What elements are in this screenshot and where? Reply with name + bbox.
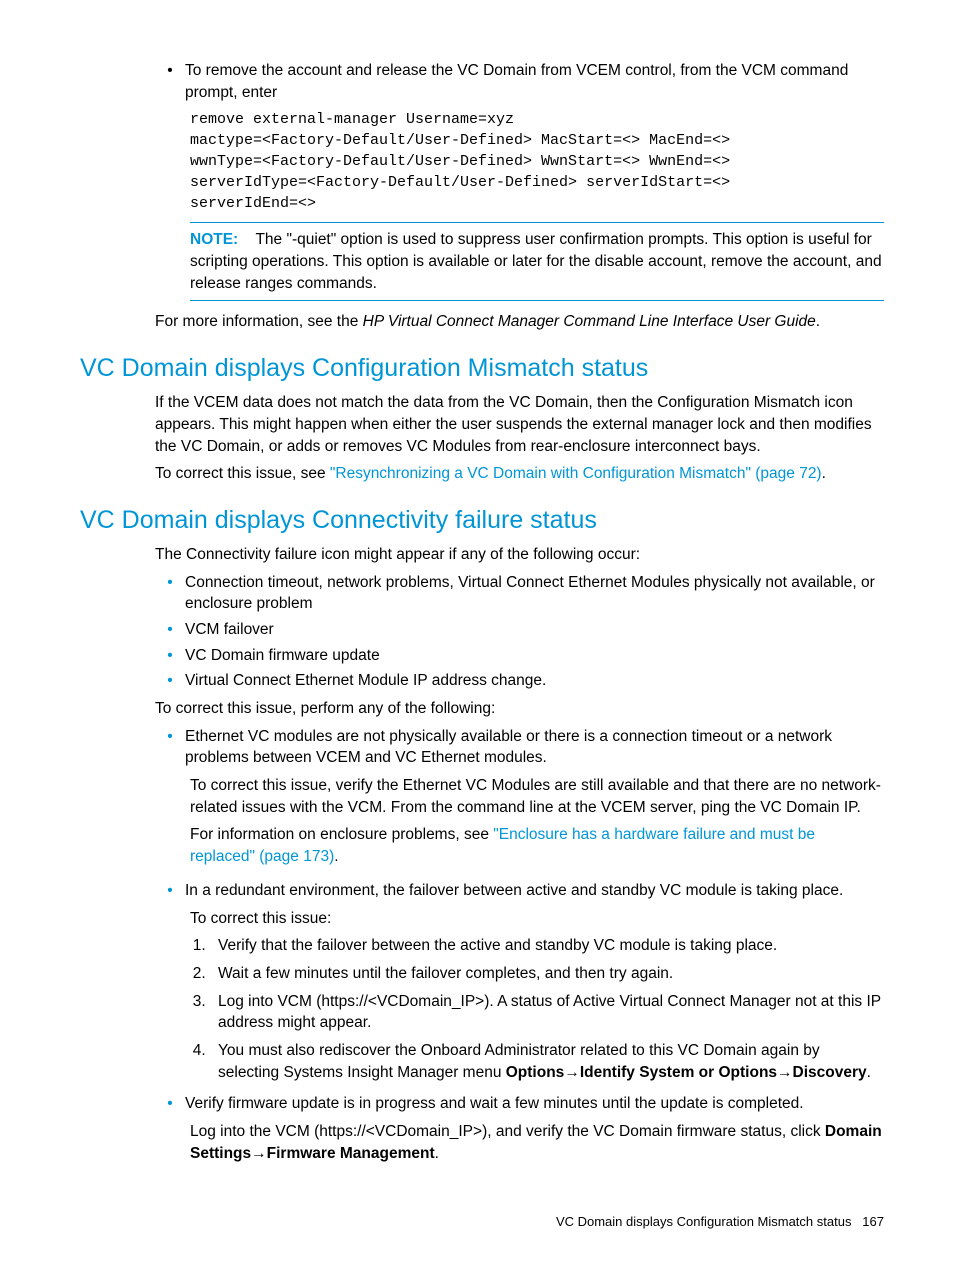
bullet-icon: • [155, 670, 185, 692]
list-item: • Connection timeout, network problems, … [155, 572, 884, 615]
list-item: • Verify firmware update is in progress … [155, 1093, 884, 1115]
ordered-list: Verify that the failover between the act… [210, 935, 884, 1083]
section-heading: VC Domain displays Connectivity failure … [80, 503, 884, 538]
body-text: The Connectivity failure icon might appe… [155, 544, 884, 566]
text-span: . [822, 465, 826, 482]
text-span: For more information, see the [155, 313, 363, 330]
arrow-icon: → [564, 1064, 580, 1081]
text-span: . [816, 313, 820, 330]
list-item: You must also rediscover the Onboard Adm… [210, 1040, 884, 1083]
list-item: • VC Domain firmware update [155, 645, 884, 667]
document-page: • To remove the account and release the … [0, 0, 954, 1271]
body-text: Virtual Connect Ethernet Module IP addre… [185, 670, 884, 692]
note-label: NOTE: [190, 231, 238, 248]
bullet-icon: • [155, 619, 185, 641]
arrow-icon: → [777, 1064, 793, 1081]
text-bold: Firmware Management [267, 1145, 435, 1162]
bullet-icon: • [155, 572, 185, 615]
list-item: • VCM failover [155, 619, 884, 641]
code-block: remove external-manager Username=xyz mac… [190, 109, 884, 214]
list-item: • Virtual Connect Ethernet Module IP add… [155, 670, 884, 692]
body-text: VCM failover [185, 619, 884, 641]
bullet-icon: • [155, 60, 185, 103]
body-text: To correct this issue, perform any of th… [155, 698, 884, 720]
bullet-icon: • [155, 645, 185, 667]
list-item: Wait a few minutes until the failover co… [210, 963, 884, 985]
list-item: • To remove the account and release the … [155, 60, 884, 103]
body-text: Ethernet VC modules are not physically a… [185, 726, 884, 769]
page-footer: VC Domain displays Configuration Mismatc… [556, 1213, 884, 1231]
text-span: . [334, 848, 338, 865]
body-text: If the VCEM data does not match the data… [155, 392, 884, 457]
body-text: In a redundant environment, the failover… [185, 880, 884, 902]
list-item: • In a redundant environment, the failov… [155, 880, 884, 902]
note-body: The "-quiet" option is used to suppress … [190, 231, 882, 291]
bullet-icon: • [155, 1093, 185, 1115]
bullet-icon: • [155, 726, 185, 769]
body-text: For information on enclosure problems, s… [190, 824, 884, 867]
arrow-icon: → [251, 1145, 267, 1162]
footer-title: VC Domain displays Configuration Mismatc… [556, 1214, 852, 1229]
text-span: . [867, 1064, 871, 1081]
text-span: To correct this issue, see [155, 465, 330, 482]
text-bold: Discovery [793, 1064, 867, 1081]
cross-reference-link[interactable]: "Resynchronizing a VC Domain with Config… [330, 465, 822, 482]
body-text: VC Domain firmware update [185, 645, 884, 667]
body-text: Connection timeout, network problems, Vi… [185, 572, 884, 615]
list-item: Verify that the failover between the act… [210, 935, 884, 957]
text-span: . [435, 1145, 439, 1162]
body-text: To correct this issue, verify the Ethern… [190, 775, 884, 818]
text-bold: Options [506, 1064, 565, 1081]
bullet-icon: • [155, 880, 185, 902]
body-text: For more information, see the HP Virtual… [155, 311, 884, 333]
body-text: To correct this issue, see "Resynchroniz… [155, 463, 884, 485]
list-item: • Ethernet VC modules are not physically… [155, 726, 884, 769]
list-item: Log into VCM (https://<VCDomain_IP>). A … [210, 991, 884, 1034]
note-text [243, 231, 256, 248]
body-text: Verify firmware update is in progress an… [185, 1093, 884, 1115]
section-heading: VC Domain displays Configuration Mismatc… [80, 351, 884, 386]
body-text: To remove the account and release the VC… [185, 60, 884, 103]
note-box: NOTE: The "-quiet" option is used to sup… [190, 222, 884, 301]
body-text: To correct this issue: [190, 908, 884, 930]
citation-title: HP Virtual Connect Manager Command Line … [363, 313, 816, 330]
text-span: For information on enclosure problems, s… [190, 826, 493, 843]
text-bold: Identify System or Options [580, 1064, 777, 1081]
page-number: 167 [862, 1214, 884, 1229]
text-span: Log into the VCM (https://<VCDomain_IP>)… [190, 1123, 825, 1140]
body-text: Log into the VCM (https://<VCDomain_IP>)… [190, 1121, 884, 1164]
